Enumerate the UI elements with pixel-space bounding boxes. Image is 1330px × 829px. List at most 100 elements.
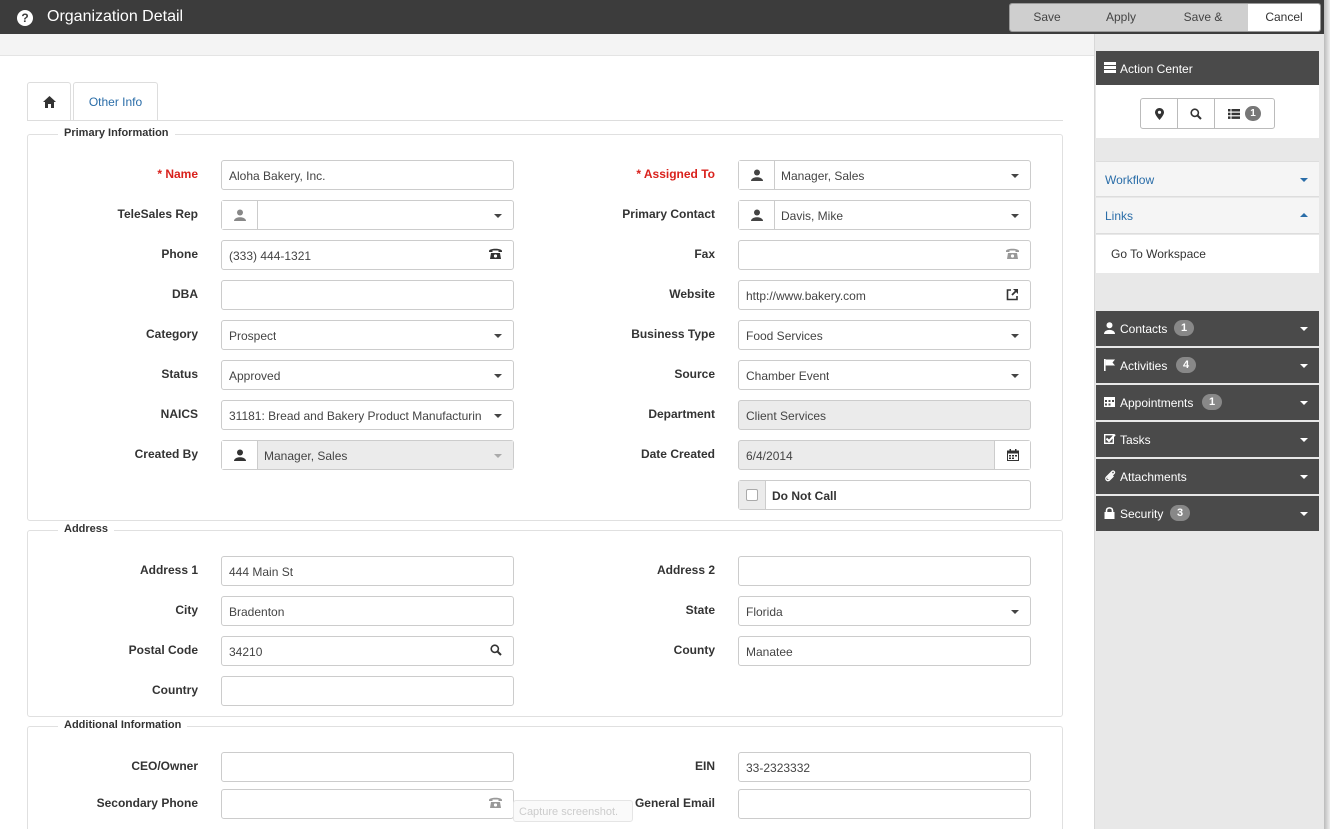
chevron-down-icon (1011, 610, 1019, 614)
source-select[interactable]: Chamber Event (738, 360, 1031, 390)
contacts-panel[interactable]: Contacts 1 (1096, 311, 1319, 346)
department-label: Department (648, 407, 715, 421)
search-icon (1190, 107, 1202, 120)
dba-label: DBA (172, 287, 198, 301)
attachments-panel[interactable]: Attachments (1096, 459, 1319, 494)
calendar-icon[interactable] (994, 441, 1030, 469)
appointments-count-badge: 1 (1202, 394, 1222, 410)
chevron-down-icon (1011, 374, 1019, 378)
home-icon (42, 96, 56, 108)
action-center-header: Action Center (1096, 51, 1319, 85)
created-by-field: Manager, Sales (221, 440, 514, 470)
chevron-down-icon (1300, 475, 1308, 479)
category-select[interactable]: Prospect (221, 320, 514, 350)
links-body: Go To Workspace (1096, 235, 1319, 273)
window-edge (1324, 0, 1330, 829)
tab-bar: Other Info (27, 82, 160, 121)
tab-underline (27, 120, 1063, 121)
city-input[interactable]: Bradenton (221, 596, 514, 626)
tasks-panel[interactable]: Tasks (1096, 422, 1319, 457)
map-marker-icon (1154, 107, 1164, 120)
appointments-panel[interactable]: Appointments 1 (1096, 385, 1319, 420)
phone-icon[interactable] (489, 248, 502, 263)
dba-input[interactable] (221, 280, 514, 310)
help-icon[interactable]: ? (17, 10, 33, 26)
list-button[interactable]: 1 (1215, 99, 1274, 128)
section-title: Address (58, 523, 115, 535)
action-button-group: Save Apply Save & New Cancel (1009, 3, 1321, 32)
telesales-rep-label: TeleSales Rep (117, 207, 198, 221)
section-title: Primary Information (58, 127, 175, 139)
chevron-down-icon (1011, 334, 1019, 338)
business-type-select[interactable]: Food Services (738, 320, 1031, 350)
date-created-label: Date Created (640, 447, 715, 461)
chevron-down-icon (494, 334, 502, 338)
calendar-icon (1104, 396, 1115, 410)
assigned-to-label: * Assigned To (636, 167, 715, 181)
save-and-new-button[interactable]: Save & New (1158, 4, 1248, 31)
country-label: Country (152, 683, 198, 697)
action-center-body: 1 (1096, 85, 1319, 138)
created-by-label: Created By (134, 447, 198, 461)
city-label: City (175, 603, 198, 617)
go-to-workspace-link[interactable]: Go To Workspace (1111, 247, 1206, 261)
status-select[interactable]: Approved (221, 360, 514, 390)
business-type-label: Business Type (631, 327, 715, 341)
external-link-icon[interactable] (1006, 288, 1019, 304)
activities-count-badge: 4 (1176, 357, 1196, 373)
website-input[interactable]: http://www.bakery.com (738, 280, 1031, 310)
save-button[interactable]: Save (1010, 4, 1084, 31)
fax-input[interactable] (738, 240, 1031, 270)
user-icon (222, 441, 258, 469)
website-label: Website (669, 287, 715, 301)
tab-other-info[interactable]: Other Info (73, 82, 158, 121)
address1-label: Address 1 (139, 563, 198, 577)
ein-input[interactable]: 33-2323332 (738, 752, 1031, 782)
search-button[interactable] (1178, 99, 1215, 128)
address2-input[interactable] (738, 556, 1031, 586)
map-marker-button[interactable] (1141, 99, 1178, 128)
county-label: County (673, 643, 715, 657)
chevron-down-icon (1011, 174, 1019, 178)
section-title: Additional Information (58, 719, 188, 731)
chevron-down-icon (1300, 178, 1308, 182)
name-input[interactable]: Aloha Bakery, Inc. (221, 160, 514, 190)
cancel-button[interactable]: Cancel (1248, 4, 1320, 31)
naics-label: NAICS (160, 407, 198, 421)
assigned-to-select[interactable]: Manager, Sales (738, 160, 1031, 190)
search-icon[interactable] (490, 644, 502, 659)
title-bar: ? Organization Detail Save Apply Save & … (0, 0, 1324, 34)
user-icon (1104, 322, 1115, 337)
phone-icon[interactable] (1006, 248, 1019, 263)
chevron-down-icon (1011, 214, 1019, 218)
phone-input[interactable]: (333) 444-1321 (221, 240, 514, 270)
state-label: State (685, 603, 715, 617)
naics-select[interactable]: 31181: Bread and Bakery Product Manufact… (221, 400, 514, 430)
list-icon (1228, 108, 1240, 119)
apply-button[interactable]: Apply (1084, 4, 1158, 31)
workflow-toggle[interactable]: Workflow (1096, 161, 1319, 197)
source-label: Source (674, 367, 715, 381)
secondary-phone-input[interactable] (221, 789, 514, 819)
window-title: Organization Detail (47, 8, 184, 25)
lock-icon (1104, 507, 1115, 522)
primary-contact-select[interactable]: Davis, Mike (738, 200, 1031, 230)
county-input[interactable]: Manatee (738, 636, 1031, 666)
activities-panel[interactable]: Activities 4 (1096, 348, 1319, 383)
tab-home[interactable] (27, 82, 71, 121)
phone-label: Phone (161, 247, 198, 261)
telesales-rep-select[interactable] (221, 200, 514, 230)
user-icon (222, 201, 258, 229)
country-input[interactable] (221, 676, 514, 706)
ceo-owner-input[interactable] (221, 752, 514, 782)
primary-contact-label: Primary Contact (622, 207, 715, 221)
state-select[interactable]: Florida (738, 596, 1031, 626)
links-toggle[interactable]: Links (1096, 198, 1319, 234)
security-panel[interactable]: Security 3 (1096, 496, 1319, 531)
phone-icon[interactable] (489, 797, 502, 812)
do-not-call-checkbox[interactable] (739, 481, 766, 509)
chevron-down-icon (1300, 438, 1308, 442)
general-email-input[interactable] (738, 789, 1031, 819)
address1-input[interactable]: 444 Main St (221, 556, 514, 586)
postal-code-input[interactable]: 34210 (221, 636, 514, 666)
